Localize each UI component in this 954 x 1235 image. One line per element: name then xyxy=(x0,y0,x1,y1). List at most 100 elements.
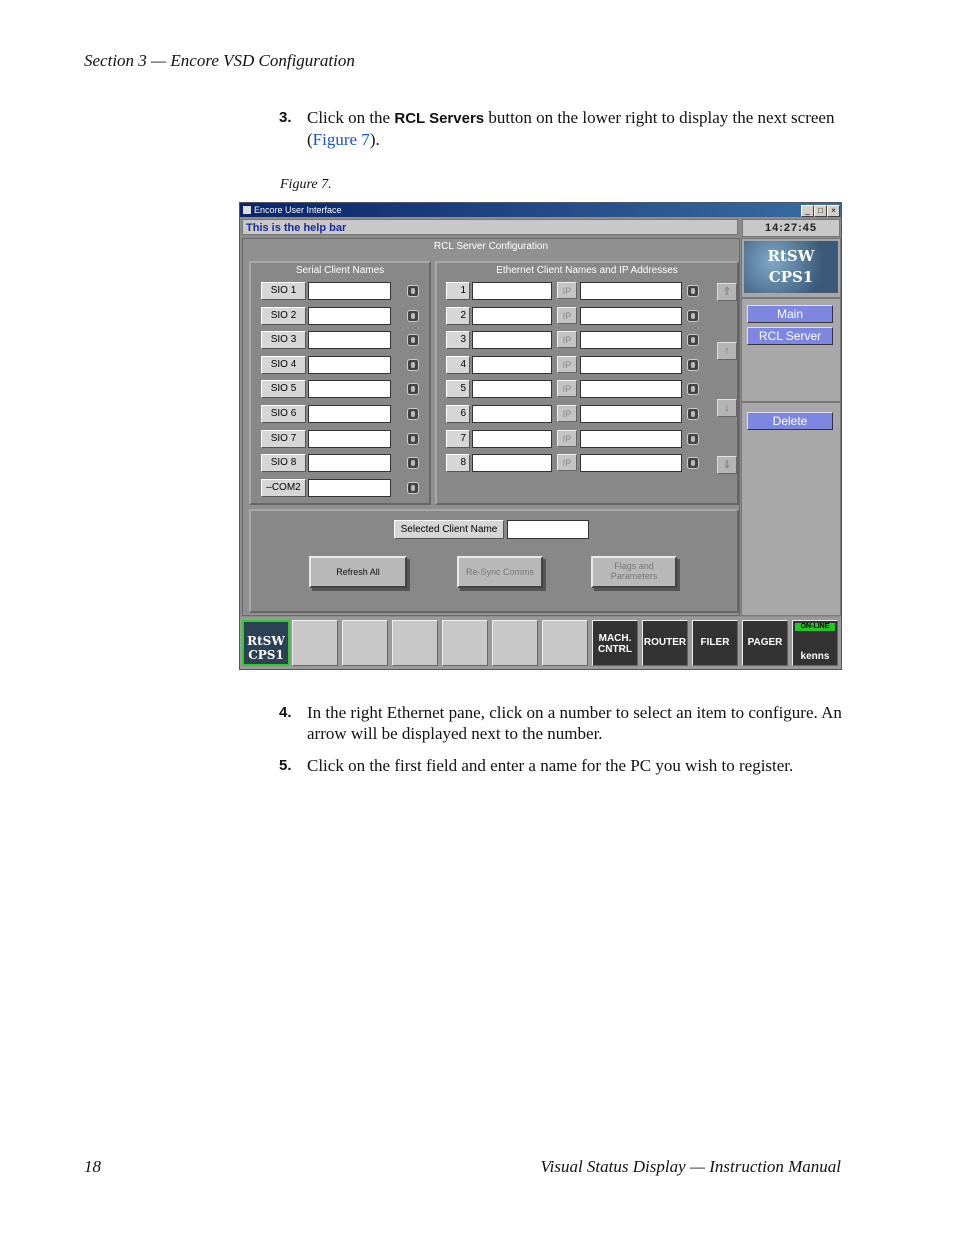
serial-pane: Serial Client Names SIO 1 SIO 2 SIO 3 SI… xyxy=(249,261,431,505)
section-header: Section 3 — Encore VSD Configuration xyxy=(84,51,355,70)
ethernet-client-field[interactable] xyxy=(472,331,552,350)
ip-button[interactable]: IP xyxy=(557,306,577,324)
delete-button[interactable]: Delete xyxy=(747,412,833,430)
ethernet-number-button[interactable]: 6 xyxy=(446,405,470,423)
ip-button[interactable]: IP xyxy=(557,429,577,447)
ethernet-client-field[interactable] xyxy=(472,282,552,300)
online-status: ON-LINE kenns xyxy=(792,620,838,666)
sio-button[interactable]: SIO 6 xyxy=(261,405,306,423)
maximize-button[interactable]: □ xyxy=(814,205,827,217)
logo-text-2: CPS1 xyxy=(768,268,814,286)
router-button[interactable]: ROUTER xyxy=(642,620,688,666)
serial-client-field[interactable] xyxy=(308,355,391,374)
sio-button[interactable]: SIO 1 xyxy=(261,282,306,300)
ip-button[interactable]: IP xyxy=(557,282,577,299)
scroll-bottom-icon[interactable]: ⇓ xyxy=(717,456,737,474)
serial-client-field[interactable] xyxy=(308,306,391,325)
help-bar: This is the help bar xyxy=(242,219,738,235)
ethernet-client-field[interactable] xyxy=(472,429,552,448)
empty-slot[interactable] xyxy=(542,620,588,666)
ethernet-number-button[interactable]: 1 xyxy=(446,282,470,300)
selection-pane: Selected Client Name Refresh All Re-Sync… xyxy=(249,509,739,613)
ip-address-field[interactable] xyxy=(580,380,682,399)
resync-comms-button[interactable]: Re-Sync Comms xyxy=(457,556,543,588)
status-led-icon xyxy=(407,358,419,371)
sio-button[interactable]: SIO 7 xyxy=(261,429,306,448)
pager-button[interactable]: PAGER xyxy=(742,620,788,666)
sio-button[interactable]: SIO 2 xyxy=(261,306,306,325)
ethernet-number-button[interactable]: 4 xyxy=(446,355,470,374)
sio-button[interactable]: –COM2 xyxy=(261,478,306,497)
rcl-server-button[interactable]: RCL Server xyxy=(747,327,833,345)
ip-button[interactable]: IP xyxy=(557,454,577,472)
serial-client-field[interactable] xyxy=(308,478,391,497)
sio-button[interactable]: SIO 3 xyxy=(261,331,306,350)
ethernet-number-button[interactable]: 3 xyxy=(446,331,470,350)
empty-slot[interactable] xyxy=(392,620,438,666)
status-led-icon xyxy=(687,408,699,420)
status-led-icon xyxy=(407,457,419,470)
empty-slot[interactable] xyxy=(442,620,488,666)
step-number: 3. xyxy=(279,109,292,126)
bottom-bar: RtSW CPS1 MACH. CNTRL ROUTER FILER PAGER… xyxy=(240,617,841,669)
rcl-servers-keyword: RCL Servers xyxy=(394,110,485,127)
ethernet-number-button[interactable]: 5 xyxy=(446,380,470,399)
ip-address-field[interactable] xyxy=(580,355,682,374)
ip-address-field[interactable] xyxy=(580,331,682,350)
ethernet-client-field[interactable] xyxy=(472,306,552,325)
refresh-all-button[interactable]: Refresh All xyxy=(309,556,407,588)
serial-client-field[interactable] xyxy=(308,380,391,399)
ip-button[interactable]: IP xyxy=(557,355,577,373)
serial-client-field[interactable] xyxy=(308,282,391,300)
side-nav: RtSW CPS1 Main RCL Server Delete xyxy=(741,238,841,616)
ip-address-field[interactable] xyxy=(580,454,682,473)
ip-address-field[interactable] xyxy=(580,405,682,423)
step-text-pre: Click on the xyxy=(307,108,395,127)
sio-button[interactable]: SIO 4 xyxy=(261,355,306,374)
title-bar: Encore User Interface _ □ × xyxy=(240,203,841,217)
sio-button[interactable]: SIO 8 xyxy=(261,454,306,473)
close-button[interactable]: × xyxy=(827,205,840,217)
status-led-icon xyxy=(407,481,419,494)
sio-button[interactable]: SIO 5 xyxy=(261,380,306,399)
divider xyxy=(742,297,840,299)
ip-address-field[interactable] xyxy=(580,282,682,300)
ethernet-number-button[interactable]: 2 xyxy=(446,306,470,325)
ip-button[interactable]: IP xyxy=(557,331,577,349)
ip-button[interactable]: IP xyxy=(557,380,577,398)
empty-slot[interactable] xyxy=(342,620,388,666)
encore-window: Encore User Interface _ □ × This is the … xyxy=(239,202,842,670)
serial-client-field[interactable] xyxy=(308,331,391,350)
scroll-down-icon[interactable]: ↓ xyxy=(717,399,737,417)
selected-client-name-field[interactable] xyxy=(507,520,589,539)
ethernet-client-field[interactable] xyxy=(472,405,552,423)
step-number: 4. xyxy=(279,704,292,721)
main-button[interactable]: Main xyxy=(747,305,833,323)
ethernet-client-field[interactable] xyxy=(472,380,552,399)
status-led-icon xyxy=(407,408,419,420)
scroll-top-icon[interactable]: ⇑ xyxy=(717,283,737,301)
serial-client-field[interactable] xyxy=(308,429,391,448)
filer-button[interactable]: FILER xyxy=(692,620,738,666)
serial-client-field[interactable] xyxy=(308,454,391,473)
scroll-up-icon[interactable]: ↑ xyxy=(717,342,737,360)
minimize-button[interactable]: _ xyxy=(801,205,814,217)
status-led-icon xyxy=(687,358,699,371)
ip-address-field[interactable] xyxy=(580,429,682,448)
empty-slot[interactable] xyxy=(292,620,338,666)
step-5: 5. Click on the first field and enter a … xyxy=(279,755,849,776)
ip-button[interactable]: IP xyxy=(557,405,577,422)
mach-cntrl-button[interactable]: MACH. CNTRL xyxy=(592,620,638,666)
ip-address-field[interactable] xyxy=(580,306,682,325)
figure-7-link[interactable]: Figure 7 xyxy=(313,130,370,149)
flags-parameters-button[interactable]: Flags and Parameters xyxy=(591,556,677,588)
ethernet-number-button[interactable]: 7 xyxy=(446,429,470,448)
ethernet-client-field[interactable] xyxy=(472,454,552,473)
serial-client-field[interactable] xyxy=(308,405,391,423)
flags-label-2: Parameters xyxy=(610,571,658,581)
ethernet-client-field[interactable] xyxy=(472,355,552,374)
rtsw-cps1-button[interactable]: RtSW CPS1 xyxy=(242,620,290,666)
ethernet-number-button[interactable]: 8 xyxy=(446,454,470,473)
status-led-icon xyxy=(687,309,699,322)
empty-slot[interactable] xyxy=(492,620,538,666)
